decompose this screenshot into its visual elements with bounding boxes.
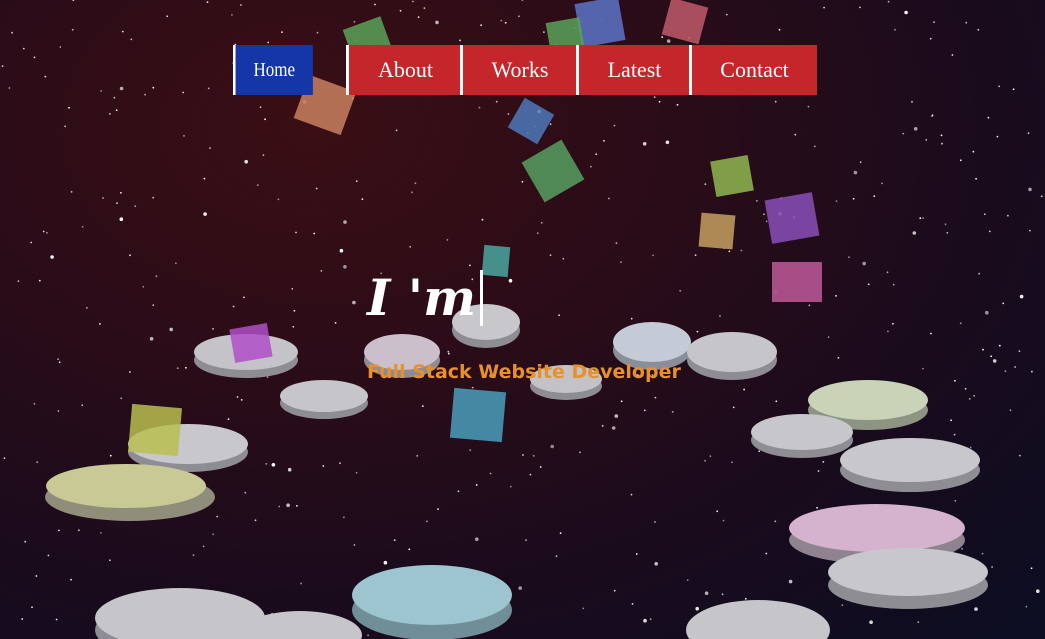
platform [751,414,853,458]
platform [686,600,830,639]
cube [449,387,507,443]
typing-cursor [480,269,484,326]
platform [352,565,512,639]
cube [772,262,822,302]
nav-about-button[interactable]: About [346,45,462,95]
cube [764,192,820,244]
platform [840,438,980,492]
nav-home-button[interactable]: Home [233,45,313,95]
platform [828,548,988,609]
cube [128,403,182,457]
cube [661,0,709,45]
platform-group [45,304,988,639]
platform [687,332,777,380]
platform [45,464,215,521]
cube [521,139,585,203]
nav-contact-button[interactable]: Contact [689,45,817,95]
floating-scene [45,0,988,639]
hero-title-text: I 'm [367,268,477,327]
hero-subtitle: Full Stack Website Developer [367,361,681,383]
nav-latest-button[interactable]: Latest [576,45,690,95]
cube [481,244,511,278]
platform [280,380,368,419]
nav-works-button[interactable]: Works [460,45,577,95]
cube [710,154,754,198]
cube [229,322,273,364]
cube [507,97,555,145]
hero-title: I 'm [367,268,484,327]
cube [698,212,736,250]
